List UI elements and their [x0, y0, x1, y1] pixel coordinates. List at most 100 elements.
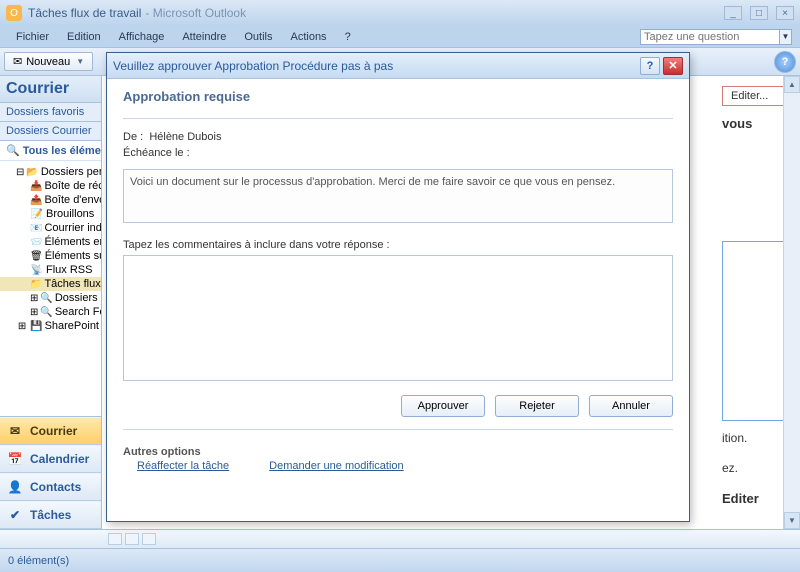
scroll-up-button[interactable]: ▲: [784, 76, 800, 93]
expand-icon[interactable]: ⊞: [30, 292, 38, 304]
nav-all-items[interactable]: 🔍 Tous les éléments: [0, 141, 101, 161]
maximize-button[interactable]: □: [750, 6, 768, 20]
nav-all-items-label: Tous les éléments: [23, 145, 102, 157]
folder-node[interactable]: 📤Boîte d'envoi: [0, 193, 101, 207]
folder-icon: 🔍: [40, 306, 52, 318]
folder-node[interactable]: ⊞🔍Search Folders: [0, 305, 101, 319]
expand-icon[interactable]: ⊟: [16, 166, 24, 178]
from-label: De :: [123, 131, 143, 143]
expand-icon[interactable]: ⊞: [16, 320, 28, 332]
menu-outils[interactable]: Outils: [236, 29, 280, 45]
dialog-title: Veuillez approuver Approbation Procédure…: [113, 59, 393, 73]
cancel-button[interactable]: Annuler: [589, 395, 673, 417]
folder-node[interactable]: 📁Tâches flux de travail: [0, 277, 101, 291]
status-item-count: 0 élément(s): [8, 555, 69, 567]
folder-label: Courrier indésirable: [44, 222, 101, 234]
navigation-pane: Courrier Dossiers favoris Dossiers Courr…: [0, 76, 102, 529]
menu-fichier[interactable]: Fichier: [8, 29, 57, 45]
folder-node[interactable]: ⊟📂Dossiers personnels: [0, 165, 101, 179]
help-button[interactable]: ?: [774, 51, 796, 73]
menu-edition[interactable]: Edition: [59, 29, 109, 45]
calendar-icon: 📅: [6, 451, 24, 467]
nav-contacts[interactable]: 👤 Contacts: [0, 473, 101, 501]
folder-label: Éléments supprimés: [45, 250, 101, 262]
outlook-icon: O: [6, 5, 22, 21]
other-options-heading: Autres options: [123, 446, 673, 458]
request-change-link[interactable]: Demander une modification: [269, 460, 404, 472]
reassign-link[interactable]: Réaffecter la tâche: [137, 460, 229, 472]
expand-icon[interactable]: ⊞: [30, 306, 38, 318]
menu-actions[interactable]: Actions: [282, 29, 334, 45]
folder-node[interactable]: 📝Brouillons: [0, 207, 101, 221]
due-label: Échéance le :: [123, 147, 190, 159]
folder-node[interactable]: 📥Boîte de réception: [0, 179, 101, 193]
view-button-1[interactable]: [108, 533, 122, 545]
nav-calendar-label: Calendrier: [30, 452, 89, 466]
folder-label: Dossiers personnels: [41, 166, 101, 178]
tasks-icon: ✔: [6, 507, 24, 523]
nav-calendar[interactable]: 📅 Calendrier: [0, 445, 101, 473]
menu-atteindre[interactable]: Atteindre: [174, 29, 234, 45]
statusbar: 0 élément(s): [0, 549, 800, 572]
vertical-scrollbar[interactable]: ▲ ▼: [783, 76, 800, 529]
preview-text-1: ition.: [722, 431, 792, 445]
nav-mailfolders-header[interactable]: Dossiers Courrier: [0, 122, 101, 141]
window-subtitle: - Microsoft Outlook: [145, 6, 246, 20]
folder-node[interactable]: 🗑Éléments supprimés: [0, 249, 101, 263]
dialog-close-button[interactable]: ✕: [663, 57, 683, 75]
dialog-help-button[interactable]: ?: [640, 57, 660, 75]
search-icon: 🔍: [6, 145, 20, 157]
nav-contacts-label: Contacts: [30, 480, 81, 494]
preview-text-2: ez.: [722, 461, 792, 475]
folder-icon: 🗑: [30, 250, 43, 262]
ask-question-input[interactable]: [640, 29, 780, 45]
folder-label: Brouillons: [46, 208, 94, 220]
folder-node[interactable]: 📡Flux RSS: [0, 263, 101, 277]
edit-button[interactable]: Editer...: [722, 86, 792, 106]
minimize-button[interactable]: _: [724, 6, 742, 20]
nav-tasks-label: Tâches: [30, 508, 71, 522]
reading-pane: Editer... vous ition. ez. Editer: [722, 86, 792, 506]
window-title: Tâches flux de travail: [28, 6, 141, 20]
folder-label: Flux RSS: [46, 264, 92, 276]
menu-help[interactable]: ?: [337, 29, 359, 45]
nav-favorites-header[interactable]: Dossiers favoris: [0, 103, 101, 122]
comments-textarea[interactable]: [123, 255, 673, 381]
new-mail-icon: ✉: [13, 55, 22, 68]
folder-icon: 📝: [30, 208, 44, 220]
mail-icon: ✉: [6, 423, 24, 439]
nav-tasks[interactable]: ✔ Tâches: [0, 501, 101, 529]
view-button-2[interactable]: [125, 533, 139, 545]
folder-icon: 🔍: [40, 292, 52, 304]
folder-node[interactable]: ⊞🔍Dossiers de recherche: [0, 291, 101, 305]
dialog-titlebar: Veuillez approuver Approbation Procédure…: [107, 53, 689, 79]
folder-icon: 📨: [30, 236, 42, 248]
folder-label: Search Folders: [55, 306, 101, 318]
view-button-3[interactable]: [142, 533, 156, 545]
approval-dialog: Veuillez approuver Approbation Procédure…: [106, 52, 690, 522]
folder-tree: ⊟📂Dossiers personnels📥Boîte de réception…: [0, 161, 101, 416]
folder-node[interactable]: 📧Courrier indésirable: [0, 221, 101, 235]
menu-affichage[interactable]: Affichage: [111, 29, 173, 45]
folder-node[interactable]: ⊞💾SharePoint: [0, 319, 101, 333]
view-switcher-bar: [0, 529, 800, 549]
close-window-button[interactable]: ×: [776, 6, 794, 20]
dialog-heading: Approbation requise: [123, 89, 673, 104]
nav-mail-label: Courrier: [30, 424, 77, 438]
reject-button[interactable]: Rejeter: [495, 395, 579, 417]
contacts-icon: 👤: [6, 479, 24, 495]
folder-icon: 💾: [30, 320, 42, 332]
chevron-down-icon: ▼: [76, 57, 84, 66]
divider: [123, 118, 673, 119]
divider: [123, 429, 673, 430]
new-button[interactable]: ✉ Nouveau ▼: [4, 52, 93, 71]
from-row: De : Hélène Dubois: [123, 131, 673, 143]
folder-node[interactable]: 📨Éléments envoyés: [0, 235, 101, 249]
ask-question-dropdown[interactable]: ▼: [780, 29, 792, 45]
from-value: Hélène Dubois: [149, 131, 221, 143]
scroll-down-button[interactable]: ▼: [784, 512, 800, 529]
folder-label: Boîte de réception: [44, 180, 101, 192]
folder-icon: 📡: [30, 264, 44, 276]
nav-mail[interactable]: ✉ Courrier: [0, 417, 101, 445]
approve-button[interactable]: Approuver: [401, 395, 485, 417]
